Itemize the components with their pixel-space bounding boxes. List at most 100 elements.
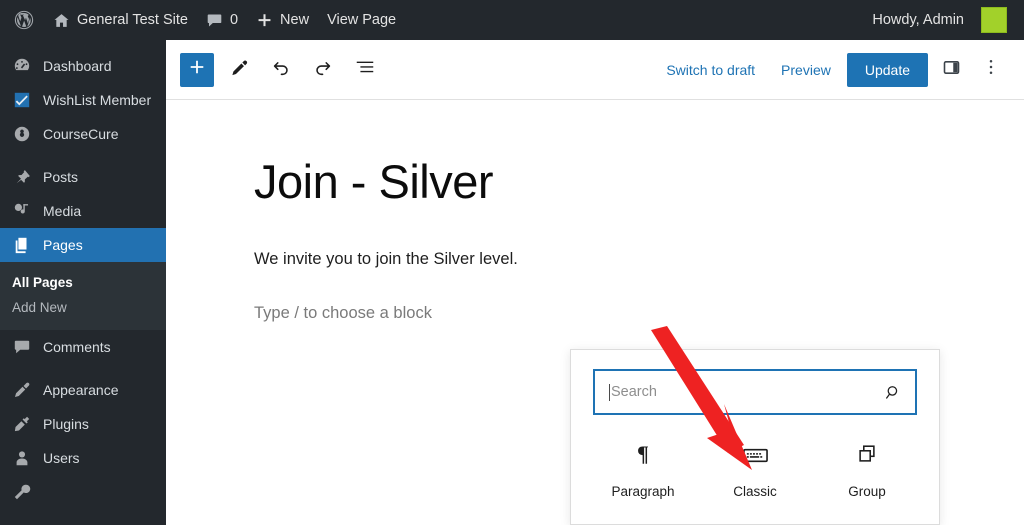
sidebar-item-coursecure[interactable]: CourseCure: [0, 117, 166, 151]
sidebar-item-dashboard[interactable]: Dashboard: [0, 49, 166, 83]
menu-separator-1: [0, 151, 166, 160]
view-page-link[interactable]: View Page: [318, 0, 405, 40]
sidebar-item-label: Comments: [43, 338, 111, 355]
sidebar-item-comments[interactable]: Comments: [0, 330, 166, 364]
more-options-button[interactable]: [974, 53, 1008, 87]
switch-to-draft-button[interactable]: Switch to draft: [656, 56, 765, 84]
wordpress-logo-menu[interactable]: [4, 0, 44, 40]
editor-toolbar-right: Switch to draft Preview Update: [656, 52, 1008, 87]
site-name-label: General Test Site: [77, 12, 188, 28]
sidebar-item-label: Users: [43, 449, 80, 466]
list-view-button[interactable]: [348, 53, 382, 87]
avatar: [981, 7, 1007, 33]
toggle-block-inserter-button[interactable]: [180, 52, 214, 87]
howdy-label: Howdy, Admin: [872, 12, 964, 28]
sidebar-item-label: Plugins: [43, 415, 89, 432]
pages-icon: [12, 235, 32, 255]
sidebar-item-label: Posts: [43, 168, 79, 185]
pin-icon: [12, 167, 32, 187]
inserter-block-classic[interactable]: Classic: [699, 439, 811, 499]
settings-sidebar-toggle-button[interactable]: [934, 53, 968, 87]
three-dots-vertical-icon: [981, 57, 1001, 82]
sidebar-item-appearance[interactable]: Appearance: [0, 373, 166, 407]
coursecure-icon: [12, 124, 32, 144]
tools-icon: [12, 482, 32, 502]
inserter-block-grid: ¶ Paragraph Classic Group: [571, 439, 939, 500]
search-magnifier-icon: [884, 383, 903, 402]
plus-icon: [256, 12, 273, 29]
admin-sidebar-menu: Dashboard WishList Member CourseCure Pos…: [0, 40, 166, 525]
wordpress-logo-icon: [13, 9, 35, 31]
sidebar-item-partial-below[interactable]: [0, 475, 166, 509]
inserter-block-paragraph[interactable]: ¶ Paragraph: [587, 439, 699, 500]
plus-icon: [188, 58, 206, 81]
comment-bubble-icon: [12, 337, 32, 357]
comment-bubble-icon: [206, 12, 223, 29]
redo-button[interactable]: [306, 53, 340, 87]
sidebar-item-label: Pages: [43, 236, 83, 253]
dashboard-icon: [12, 56, 32, 76]
sidebar-item-label: Dashboard: [43, 57, 112, 74]
sidebar-item-add-new-page[interactable]: Add New: [0, 295, 166, 320]
text-caret: [609, 383, 610, 401]
search-placeholder-label: Search: [611, 384, 657, 400]
editor-canvas: Join - Silver We invite you to join the …: [166, 100, 1024, 396]
view-page-label: View Page: [327, 12, 397, 28]
block-label: Group: [848, 484, 886, 499]
sidebar-item-label: CourseCure: [43, 125, 119, 142]
sidebar-item-label: Appearance: [43, 381, 119, 398]
menu-separator-2: [0, 364, 166, 373]
sidebar-item-label: Media: [43, 202, 82, 219]
update-button[interactable]: Update: [846, 52, 928, 87]
sidebar-item-all-pages[interactable]: All Pages: [0, 270, 166, 295]
sidebar-panel-icon: [941, 57, 962, 83]
block-label: Paragraph: [611, 484, 675, 499]
inserter-search-row: Search: [571, 350, 939, 415]
inserter-block-group[interactable]: Group: [811, 439, 923, 499]
pilcrow-icon: ¶: [637, 441, 649, 466]
user-icon: [12, 448, 32, 468]
my-account-menu[interactable]: Howdy, Admin: [863, 0, 1016, 40]
comments-count: 0: [229, 12, 239, 28]
keyboard-icon: [742, 439, 768, 465]
sidebar-item-label: WishList Member: [43, 91, 152, 108]
pencil-icon: [230, 58, 249, 82]
sidebar-item-plugins[interactable]: Plugins: [0, 407, 166, 441]
page-title[interactable]: Join - Silver: [254, 156, 1024, 208]
empty-block-placeholder[interactable]: Type / to choose a block: [254, 304, 1024, 323]
group-squares-icon: [856, 439, 878, 465]
pages-submenu: All Pages Add New: [0, 262, 166, 330]
undo-arrow-icon: [270, 56, 292, 83]
preview-button[interactable]: Preview: [771, 56, 841, 84]
sidebar-item-pages[interactable]: Pages: [0, 228, 166, 262]
paintbrush-icon: [12, 380, 32, 400]
submenu-label: Add New: [12, 300, 67, 315]
admin-bar-right-group: Howdy, Admin: [863, 0, 1024, 40]
editor-toolbar-left: [180, 52, 382, 87]
search-input[interactable]: Search: [593, 369, 917, 415]
media-icon: [12, 201, 32, 221]
block-inserter-popover: Search ¶ Paragraph Classic Group: [570, 349, 940, 525]
home-icon: [53, 12, 70, 29]
redo-arrow-icon: [312, 56, 334, 83]
site-name-menu[interactable]: General Test Site: [44, 0, 197, 40]
undo-button[interactable]: [264, 53, 298, 87]
sidebar-item-users[interactable]: Users: [0, 441, 166, 475]
comments-bubble-menu[interactable]: 0: [197, 0, 247, 40]
tools-pencil-button[interactable]: [222, 53, 256, 87]
paragraph-block[interactable]: We invite you to join the Silver level.: [254, 250, 1024, 269]
admin-bar-left-group: General Test Site 0 New View Page: [0, 0, 405, 40]
sidebar-item-posts[interactable]: Posts: [0, 160, 166, 194]
checkmark-icon: [12, 90, 32, 110]
menu-spacer-top: [0, 40, 166, 49]
plug-icon: [12, 414, 32, 434]
block-label: Classic: [733, 484, 777, 499]
sidebar-item-wishlist-member[interactable]: WishList Member: [0, 83, 166, 117]
submenu-label: All Pages: [12, 275, 73, 290]
wordpress-block-editor-screen: General Test Site 0 New View Page Howdy,…: [0, 0, 1024, 525]
list-view-icon: [354, 56, 376, 83]
sidebar-item-media[interactable]: Media: [0, 194, 166, 228]
editor-top-toolbar: Switch to draft Preview Update: [166, 40, 1024, 100]
new-content-menu[interactable]: New: [247, 0, 318, 40]
wp-admin-bar: General Test Site 0 New View Page Howdy,…: [0, 0, 1024, 40]
